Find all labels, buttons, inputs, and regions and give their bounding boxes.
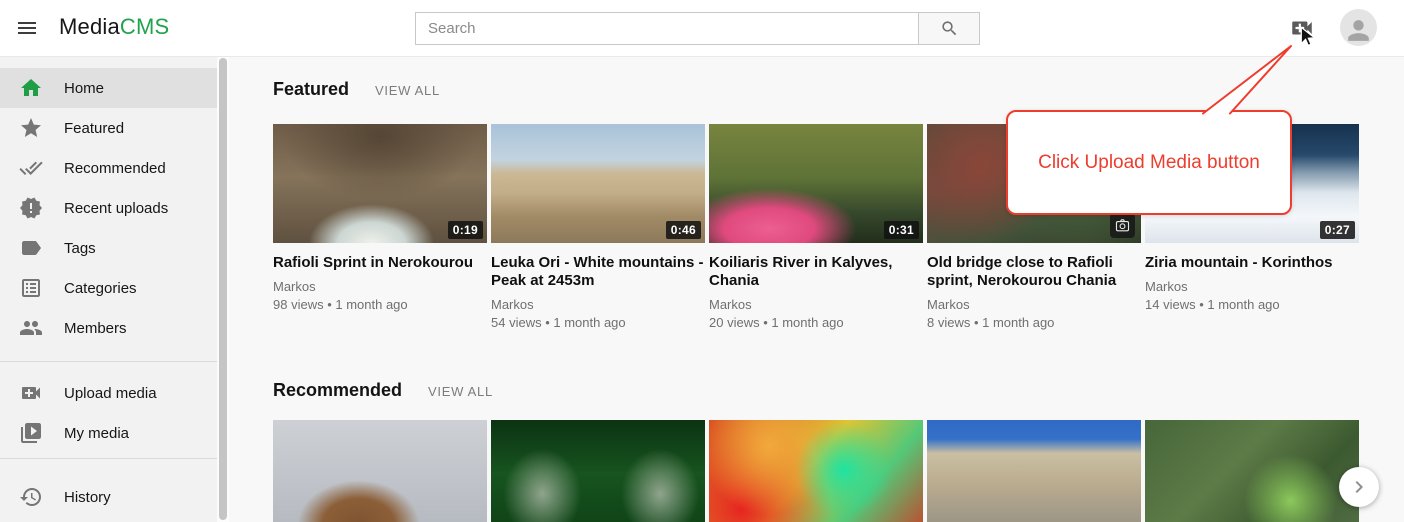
sidebar-item-label: Members <box>64 320 127 337</box>
hamburger-icon <box>15 16 39 40</box>
tutorial-callout: Click Upload Media button <box>1006 110 1292 215</box>
sidebar-scrollbar-thumb[interactable] <box>219 58 227 520</box>
sidebar: Home Featured Recommended Recent uploads… <box>0 56 217 522</box>
media-title[interactable]: Leuka Ori - White mountains - Peak at 24… <box>491 254 705 290</box>
recommended-media-row <box>273 420 1359 522</box>
callout-tail-pointer <box>1190 40 1302 116</box>
media-author[interactable]: Markos <box>1145 279 1359 294</box>
sidebar-item-categories[interactable]: Categories <box>0 268 217 308</box>
media-card <box>709 420 923 522</box>
media-thumbnail[interactable] <box>491 420 705 522</box>
person-icon <box>1343 15 1374 46</box>
app-logo[interactable]: MediaCMS <box>59 14 169 40</box>
hamburger-menu-button[interactable] <box>15 16 39 40</box>
media-title[interactable]: Koiliaris River in Kalyves, Chania <box>709 254 923 290</box>
duration-badge: 0:19 <box>448 221 483 239</box>
view-all-link[interactable]: VIEW ALL <box>375 83 440 98</box>
star-icon <box>19 116 43 140</box>
sidebar-item-upload-media[interactable]: Upload media <box>0 373 217 413</box>
search-icon <box>940 19 959 38</box>
sidebar-item-label: Tags <box>64 240 96 257</box>
media-card <box>491 420 705 522</box>
sidebar-item-label: Recent uploads <box>64 200 168 217</box>
sidebar-item-label: Featured <box>64 120 124 137</box>
sidebar-item-label: Categories <box>64 280 137 297</box>
media-title[interactable]: Ziria mountain - Korinthos <box>1145 254 1359 272</box>
featured-section-header: Featured VIEW ALL <box>273 79 440 100</box>
sidebar-item-label: My media <box>64 425 129 442</box>
sidebar-item-recommended[interactable]: Recommended <box>0 148 217 188</box>
new-releases-icon <box>19 196 43 220</box>
media-card: 0:46 Leuka Ori - White mountains - Peak … <box>491 124 705 330</box>
media-thumbnail[interactable] <box>927 420 1141 522</box>
mouse-cursor <box>1296 25 1319 48</box>
media-author[interactable]: Markos <box>927 297 1141 312</box>
chevron-right-icon <box>1347 475 1371 499</box>
search-input[interactable] <box>415 12 918 45</box>
sidebar-divider <box>0 458 217 459</box>
sidebar-item-featured[interactable]: Featured <box>0 108 217 148</box>
logo-text-media: Media <box>59 14 120 39</box>
media-thumbnail[interactable] <box>709 420 923 522</box>
media-meta: 14 views • 1 month ago <box>1145 297 1359 312</box>
categories-icon <box>19 276 43 300</box>
media-thumbnail[interactable]: 0:46 <box>491 124 705 243</box>
sidebar-divider <box>0 361 217 362</box>
sidebar-item-label: History <box>64 489 111 506</box>
media-thumbnail[interactable] <box>273 420 487 522</box>
media-title[interactable]: Old bridge close to Rafioli sprint, Nero… <box>927 254 1141 290</box>
view-all-link[interactable]: VIEW ALL <box>428 384 493 399</box>
media-card <box>927 420 1141 522</box>
history-icon <box>19 485 43 509</box>
sidebar-item-tags[interactable]: Tags <box>0 228 217 268</box>
duration-badge: 0:27 <box>1320 221 1355 239</box>
logo-text-cms: CMS <box>120 14 170 39</box>
media-card <box>273 420 487 522</box>
sidebar-scrollbar-track <box>217 56 229 522</box>
sidebar-item-label: Home <box>64 80 104 97</box>
sidebar-item-members[interactable]: Members <box>0 308 217 348</box>
recommended-section-header: Recommended VIEW ALL <box>273 380 493 401</box>
duration-badge: 0:31 <box>884 221 919 239</box>
sidebar-item-my-media[interactable]: My media <box>0 413 217 453</box>
media-meta: 54 views • 1 month ago <box>491 315 705 330</box>
media-card: 0:31 Koiliaris River in Kalyves, Chania … <box>709 124 923 330</box>
media-card <box>1145 420 1359 522</box>
media-thumbnail[interactable] <box>1145 420 1359 522</box>
section-title: Featured <box>273 79 349 100</box>
search-bar <box>415 12 980 45</box>
media-author[interactable]: Markos <box>491 297 705 312</box>
carousel-next-button[interactable] <box>1339 467 1379 507</box>
mediacms-page: MediaCMS Home Featured Recommend <box>0 0 1404 522</box>
callout-text: Click Upload Media button <box>1038 152 1260 174</box>
media-meta: 98 views • 1 month ago <box>273 297 487 312</box>
video-library-icon <box>19 421 43 445</box>
upload-media-icon <box>19 381 43 405</box>
media-thumbnail[interactable]: 0:19 <box>273 124 487 243</box>
search-button[interactable] <box>918 12 980 45</box>
media-meta: 20 views • 1 month ago <box>709 315 923 330</box>
sidebar-item-label: Recommended <box>64 160 166 177</box>
media-title[interactable]: Rafioli Sprint in Nerokourou <box>273 254 487 272</box>
cursor-arrow-icon <box>1296 25 1319 48</box>
home-icon <box>19 76 43 100</box>
tag-icon <box>19 236 43 260</box>
camera-icon <box>1114 217 1131 234</box>
sidebar-item-history[interactable]: History <box>0 477 217 517</box>
sidebar-item-recent-uploads[interactable]: Recent uploads <box>0 188 217 228</box>
sidebar-item-home[interactable]: Home <box>0 68 217 108</box>
media-meta: 8 views • 1 month ago <box>927 315 1141 330</box>
media-author[interactable]: Markos <box>273 279 487 294</box>
done-all-icon <box>19 156 43 180</box>
members-icon <box>19 316 43 340</box>
media-author[interactable]: Markos <box>709 297 923 312</box>
media-card: 0:19 Rafioli Sprint in Nerokourou Markos… <box>273 124 487 330</box>
image-type-badge <box>1110 213 1135 238</box>
media-thumbnail[interactable]: 0:31 <box>709 124 923 243</box>
user-avatar[interactable] <box>1340 9 1377 46</box>
section-title: Recommended <box>273 380 402 401</box>
duration-badge: 0:46 <box>666 221 701 239</box>
sidebar-item-label: Upload media <box>64 385 157 402</box>
